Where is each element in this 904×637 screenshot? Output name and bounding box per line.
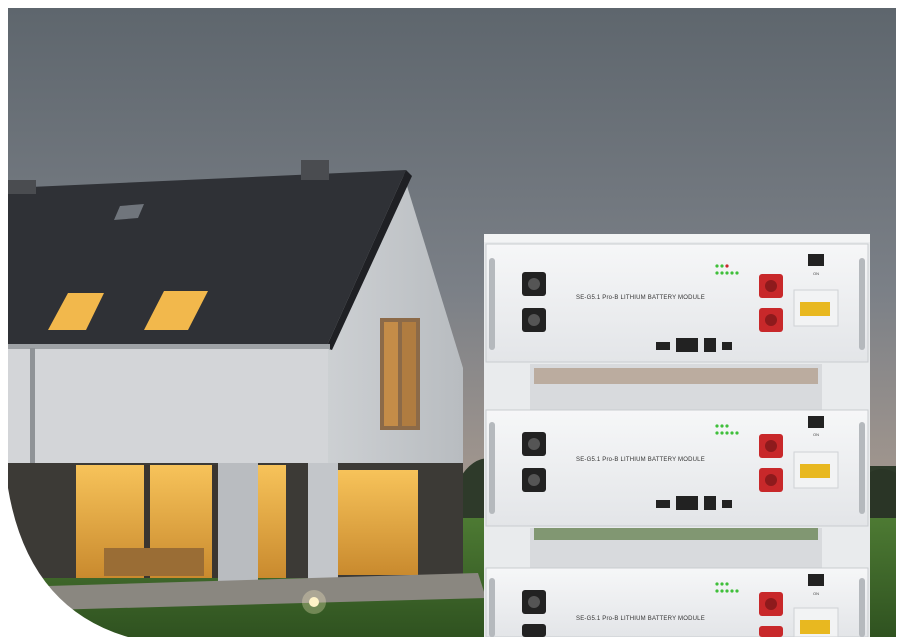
sofa	[104, 548, 204, 576]
garden-light-glow	[302, 590, 326, 614]
gable-window-glass	[384, 322, 398, 426]
photo-illustration	[8, 8, 896, 637]
support-column	[218, 463, 258, 588]
window-mullion-2	[212, 465, 218, 578]
chimney	[301, 160, 329, 180]
photo-scene: SE-G5.1 Pro-B LITHIUM BATTERY MODULE ON …	[8, 8, 896, 637]
chimney-left	[8, 180, 36, 194]
patio-door	[338, 470, 418, 575]
gutter	[8, 344, 330, 349]
battery-module-3-label: SE-G5.1 Pro-B LITHIUM BATTERY MODULE	[576, 616, 705, 622]
battery-module-2-label: SE-G5.1 Pro-B LITHIUM BATTERY MODULE	[576, 457, 705, 463]
battery-module-3-switch-label: ON	[813, 591, 819, 596]
battery-module-1	[485, 243, 869, 363]
battery-module-2-switch-label: ON	[813, 432, 819, 437]
patio-column	[308, 463, 338, 588]
battery-module-1-switch-label: ON	[813, 271, 819, 276]
gable-window-glass-2	[402, 322, 416, 426]
front-wall	[8, 346, 328, 471]
battery-module-3	[485, 567, 869, 637]
battery-module-2	[485, 409, 869, 527]
battery-module-1-label: SE-G5.1 Pro-B LITHIUM BATTERY MODULE	[576, 295, 705, 301]
